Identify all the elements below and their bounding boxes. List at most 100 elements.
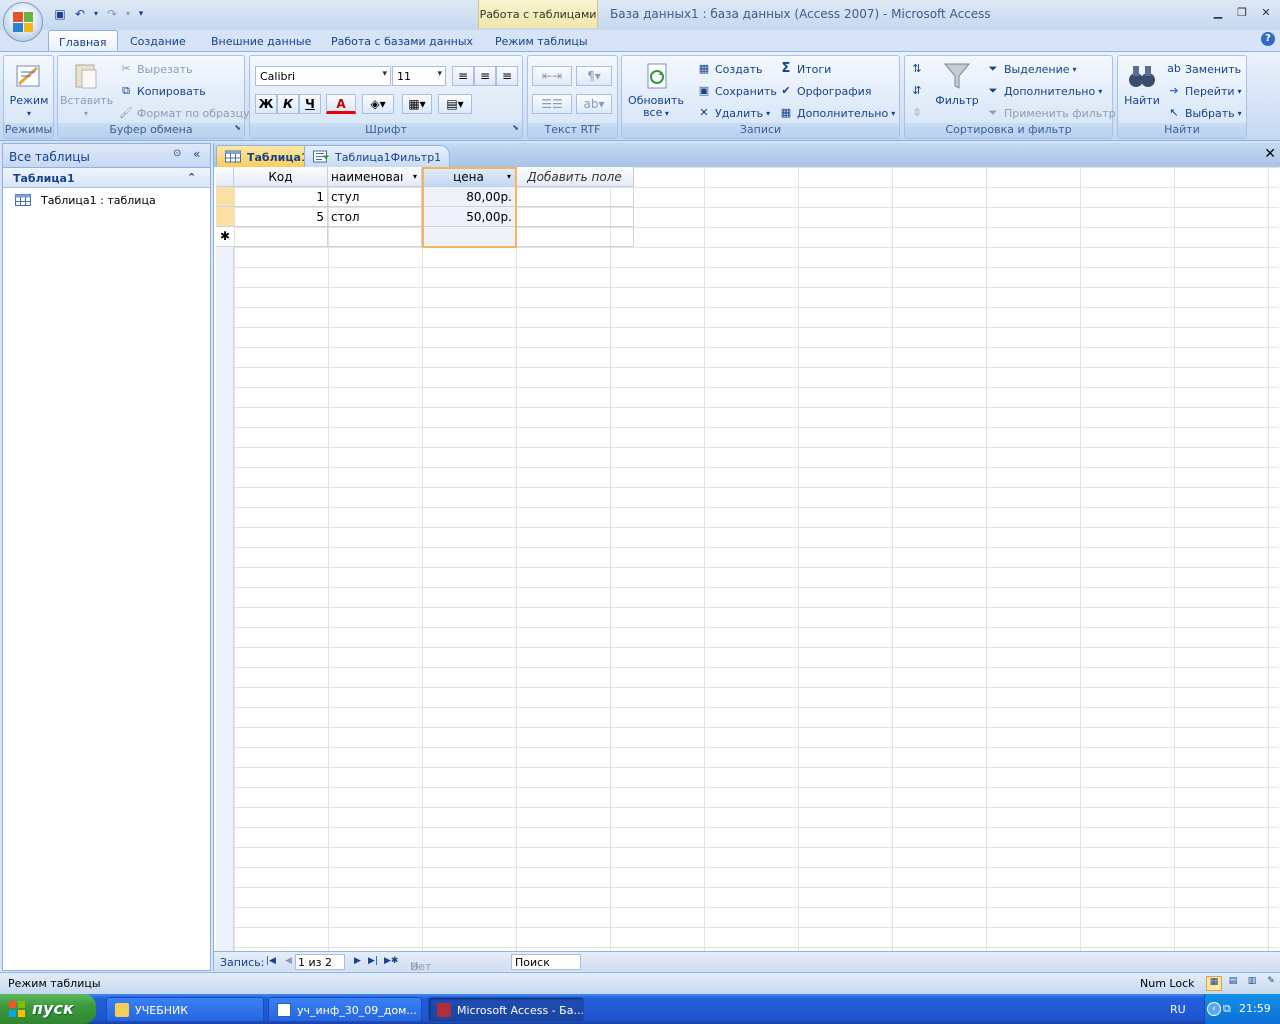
close-icon[interactable]: ✕ xyxy=(1256,6,1276,22)
save-record-button[interactable]: ▣ Сохранить xyxy=(696,82,777,100)
italic-button[interactable]: К xyxy=(277,94,299,114)
column-dropdown-icon[interactable]: ▾ xyxy=(413,172,417,181)
align-center-icon[interactable]: ≡ xyxy=(474,66,496,86)
font-size-combo[interactable]: 11 xyxy=(392,66,446,86)
column-header-name[interactable]: наименоваı ▾ xyxy=(328,167,422,187)
tab-datasheet[interactable]: Режим таблицы xyxy=(485,30,598,52)
add-field-header[interactable]: Добавить поле xyxy=(516,167,634,187)
goto-button[interactable]: ➔ Перейти ▾ xyxy=(1166,82,1241,100)
new-cell-id[interactable] xyxy=(234,227,328,247)
view-button[interactable]: Режим ▾ xyxy=(6,60,52,120)
restore-icon[interactable]: ❐ xyxy=(1232,6,1252,22)
dialog-launcher-icon[interactable]: ⬊ xyxy=(234,123,241,132)
taskbar-item-folder[interactable]: УЧЕБНИК xyxy=(106,997,264,1022)
tab-database-tools[interactable]: Работа с базами данных xyxy=(321,30,483,52)
cut-button[interactable]: ✂ Вырезать xyxy=(118,60,192,78)
prev-record-icon[interactable]: ◀ xyxy=(285,956,292,966)
taskbar-item-word[interactable]: уч_инф_30_09_дом... xyxy=(268,997,422,1022)
new-record-marker[interactable]: ✱ xyxy=(216,227,234,247)
cell-id[interactable]: 5 xyxy=(234,207,328,227)
nav-dropdown-icon[interactable]: ⊙ xyxy=(173,148,181,159)
select-all-corner[interactable] xyxy=(216,167,234,187)
minimize-icon[interactable]: ▁ xyxy=(1208,6,1228,22)
sort-ascending-icon[interactable]: ⇅ xyxy=(909,60,925,78)
collapse-group-icon[interactable]: ⌃ xyxy=(187,171,196,184)
dialog-launcher-icon[interactable]: ⬊ xyxy=(512,123,519,132)
filter-button[interactable]: Фильтр xyxy=(931,60,983,107)
column-header-price[interactable]: цена ▾ xyxy=(422,167,516,187)
copy-button[interactable]: ⧉ Копировать xyxy=(118,82,206,100)
tab-home[interactable]: Главная xyxy=(48,30,118,52)
new-cell-price[interactable] xyxy=(422,227,516,247)
list-icon[interactable]: ☰☰ xyxy=(532,94,572,114)
highlight-icon[interactable]: ab▾ xyxy=(576,94,612,114)
replace-button[interactable]: ab Заменить xyxy=(1166,60,1241,78)
start-button[interactable]: пуск xyxy=(0,994,96,1024)
indent-icon[interactable]: ⇤⇥ xyxy=(532,66,572,86)
datasheet-view-icon[interactable]: ▦ xyxy=(1206,976,1222,991)
taskbar-item-access[interactable]: Microsoft Access - Ба... xyxy=(428,997,584,1022)
tab-create[interactable]: Создание xyxy=(120,30,196,52)
delete-record-button[interactable]: ✕ Удалить ▾ xyxy=(696,104,770,122)
design-view-icon[interactable]: ✎ xyxy=(1263,976,1279,991)
font-name-combo[interactable]: Calibri xyxy=(255,66,391,86)
nav-header[interactable]: Все таблицы ⊙ « xyxy=(3,144,210,168)
shutter-bar-icon[interactable]: « xyxy=(193,147,200,161)
cell-name[interactable]: стол xyxy=(328,207,422,227)
column-header-id[interactable]: Код xyxy=(234,167,328,187)
refresh-all-button[interactable]: Обновить все ▾ xyxy=(624,60,688,120)
tab-external-data[interactable]: Внешние данные xyxy=(201,30,321,52)
cell-price[interactable]: 80,00р. xyxy=(422,187,516,207)
select-button[interactable]: ↖ Выбрать ▾ xyxy=(1166,104,1241,122)
format-painter-button[interactable]: 🖌 Формат по образцу xyxy=(118,104,250,122)
customize-qat-icon[interactable]: ▾ xyxy=(136,6,146,22)
redo-icon[interactable]: ↷ xyxy=(104,6,120,22)
paragraph-icon[interactable]: ¶▾ xyxy=(576,66,612,86)
new-record-button[interactable]: ▦ Создать xyxy=(696,60,763,78)
undo-dropdown-icon[interactable]: ▾ xyxy=(92,6,100,22)
paste-button[interactable]: Вставить ▾ xyxy=(60,60,113,120)
row-selector[interactable] xyxy=(216,207,234,227)
sort-descending-icon[interactable]: ⇵ xyxy=(909,82,925,100)
fill-color-icon[interactable]: ◈▾ xyxy=(362,94,394,114)
nav-item-table1[interactable]: Таблица1 : таблица xyxy=(3,188,210,208)
align-left-icon[interactable]: ≡ xyxy=(452,66,474,86)
first-record-icon[interactable]: |◀ xyxy=(266,956,276,966)
bold-button[interactable]: Ж xyxy=(255,94,277,114)
cell-add-field[interactable] xyxy=(516,207,634,227)
gridlines-icon[interactable]: ▦▾ xyxy=(402,94,432,114)
help-icon[interactable]: ? xyxy=(1261,32,1275,46)
search-input[interactable]: Поиск xyxy=(511,954,581,970)
alternate-fill-icon[interactable]: ▤▾ xyxy=(438,94,472,114)
network-icon[interactable]: ⧉ xyxy=(1223,1002,1231,1016)
clear-sort-icon[interactable]: ⇳ xyxy=(909,104,925,122)
pivot-table-view-icon[interactable]: ▤ xyxy=(1225,976,1241,991)
tray-expand-icon[interactable]: ‹ xyxy=(1207,1002,1221,1016)
cell-id[interactable]: 1 xyxy=(234,187,328,207)
save-icon[interactable]: ▣ xyxy=(52,6,68,22)
doc-tab-filter[interactable]: Таблица1Фильтр1 xyxy=(304,145,451,167)
language-indicator[interactable]: RU xyxy=(1170,1003,1186,1016)
column-dropdown-icon[interactable]: ▾ xyxy=(507,172,511,181)
office-button[interactable] xyxy=(3,2,43,42)
new-cell-add-field[interactable] xyxy=(516,227,634,247)
cell-name[interactable]: стул xyxy=(328,187,422,207)
nav-group[interactable]: Таблица1 ⌃ xyxy=(3,168,210,188)
totals-button[interactable]: Σ Итоги xyxy=(778,60,832,78)
font-color-button[interactable]: A xyxy=(326,94,356,114)
pivot-chart-view-icon[interactable]: ▥ xyxy=(1244,976,1260,991)
undo-icon[interactable]: ↶ xyxy=(72,6,88,22)
new-cell-name[interactable] xyxy=(328,227,422,247)
doc-tab-table1[interactable]: Таблица1 xyxy=(216,145,318,167)
close-document-icon[interactable]: ✕ xyxy=(1264,146,1276,162)
more-records-button[interactable]: ▦ Дополнительно ▾ xyxy=(778,104,895,122)
apply-filter-button[interactable]: ⏷ Применить фильтр xyxy=(985,104,1116,122)
find-button[interactable]: Найти xyxy=(1120,60,1164,107)
selection-button[interactable]: ⏷ Выделение ▾ xyxy=(985,60,1077,78)
last-record-icon[interactable]: ▶| xyxy=(368,956,378,966)
cell-price[interactable]: 50,00р. xyxy=(422,207,516,227)
record-position-input[interactable]: 1 из 2 xyxy=(295,954,345,970)
align-right-icon[interactable]: ≡ xyxy=(496,66,518,86)
spelling-button[interactable]: ✔ Орфография xyxy=(778,82,871,100)
advanced-filter-button[interactable]: ⏷ Дополнительно ▾ xyxy=(985,82,1103,100)
